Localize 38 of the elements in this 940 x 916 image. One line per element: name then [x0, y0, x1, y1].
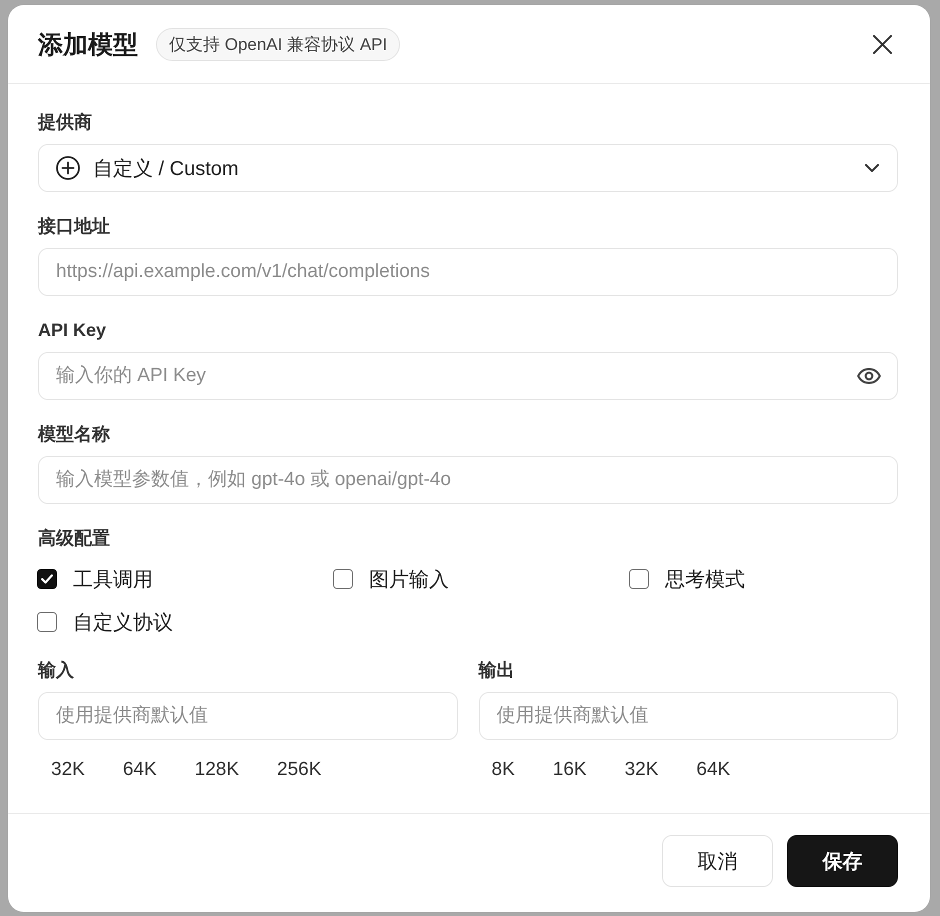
checkbox[interactable] — [37, 569, 57, 589]
checkbox-label: 思考模式 — [665, 568, 745, 592]
api-key-field[interactable]: 输入你的 API Key — [38, 352, 898, 400]
preset-option[interactable]: 128K — [182, 755, 252, 785]
dialog-title: 添加模型 — [38, 30, 138, 60]
checkbox-label: 工具调用 — [73, 568, 153, 592]
token-limit-field[interactable]: 使用提供商默认值 — [38, 692, 458, 740]
preset-option[interactable]: 32K — [38, 755, 98, 785]
checkbox-label: 自定义协议 — [73, 610, 173, 636]
chevron-down-icon — [865, 164, 879, 172]
token-limit-field[interactable]: 使用提供商默认值 — [478, 692, 898, 740]
preset-option[interactable]: 64K — [683, 755, 744, 785]
preset-option[interactable]: 32K — [612, 755, 672, 785]
field-label: 输出 — [478, 659, 514, 682]
eye-icon[interactable] — [857, 368, 881, 384]
field-label: 接口地址 — [38, 215, 110, 238]
checkmark-icon — [41, 574, 53, 584]
field-label: 模型名称 — [38, 423, 110, 446]
preset-option[interactable]: 256K — [264, 755, 334, 785]
checkbox[interactable] — [37, 612, 57, 632]
compatibility-badge: 仅支持 OpenAI 兼容协议 API — [156, 28, 400, 60]
field-label: API Key — [38, 319, 106, 342]
field-label: 提供商 — [38, 111, 92, 134]
preset-option[interactable]: 64K — [110, 755, 170, 785]
section-label: 高级配置 — [38, 527, 110, 550]
url-field[interactable]: https://api.example.com/v1/chat/completions — [38, 248, 898, 296]
model-name-field[interactable]: 输入模型参数值，例如 gpt-4o 或 openai/gpt-4o — [38, 456, 898, 504]
save-button[interactable]: 保存 — [787, 835, 898, 887]
checkbox-label: 图片输入 — [369, 568, 449, 592]
close-icon[interactable] — [873, 34, 892, 54]
provider-select[interactable]: 自定义 / Custom — [38, 144, 898, 192]
cancel-button[interactable]: 取消 — [662, 835, 773, 887]
field-label: 输入 — [38, 659, 74, 682]
preset-option[interactable]: 8K — [478, 755, 528, 785]
checkbox[interactable] — [333, 569, 353, 589]
preset-option[interactable]: 16K — [540, 755, 600, 785]
plus-circle-icon — [56, 156, 80, 180]
checkbox[interactable] — [629, 569, 649, 589]
